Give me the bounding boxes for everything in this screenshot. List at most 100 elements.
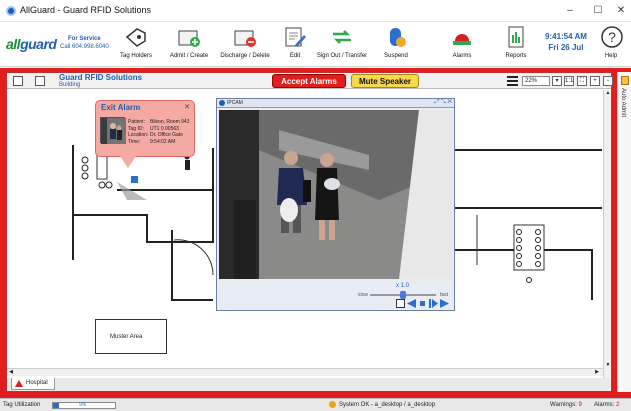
step-forward-icon[interactable] bbox=[429, 299, 438, 308]
play-icon[interactable] bbox=[440, 299, 449, 308]
speed-slider-knob[interactable] bbox=[400, 291, 406, 299]
camera-video-feed bbox=[219, 110, 452, 279]
zoom-select[interactable]: 22% bbox=[522, 76, 550, 86]
service-info: For Service Call 604.998.6040 bbox=[60, 35, 109, 51]
warnings-value: 9 bbox=[578, 402, 582, 408]
playback-controls: x 1.0 slow fast bbox=[219, 280, 452, 310]
clock-date: Fri 26 Jul bbox=[548, 43, 584, 52]
alarms-count[interactable]: Alarms: 2 bbox=[594, 402, 619, 408]
alarms-icon bbox=[450, 25, 474, 49]
suspend-icon bbox=[384, 25, 408, 49]
tab-hospital-label: Hospital bbox=[26, 380, 48, 386]
muster-area[interactable]: Muster Area bbox=[95, 319, 167, 354]
list-view-icon[interactable] bbox=[13, 76, 23, 86]
playback-speed: x 1.0 bbox=[396, 283, 410, 289]
alarm-details: Patient: Bilson, Room 943 Tag ID: UT1 0 00… bbox=[128, 119, 189, 145]
horizontal-scrollbar[interactable]: ◀ ▶ bbox=[7, 368, 603, 376]
ip-camera-window[interactable]: IPCAM ⤢ ⤡ ✕ x 1.0 slow fast bbox=[216, 98, 455, 311]
scroll-right-icon[interactable]: ▶ bbox=[593, 369, 601, 377]
title-bar: AllGuard - Guard RFID Solutions – ☐ ✕ bbox=[0, 0, 631, 22]
accept-alarms-button[interactable]: Accept Alarms bbox=[272, 74, 346, 88]
sign-out-transfer-button[interactable]: Sign Out / Transfer bbox=[314, 25, 370, 65]
admit-create-button[interactable]: Admit / Create bbox=[167, 25, 211, 65]
tag-utilization-value: 9% bbox=[79, 402, 87, 408]
tag-holders-icon bbox=[124, 25, 148, 49]
floor-bar: Guard RFID Solutions Building Accept Ala… bbox=[7, 73, 613, 89]
status-icon bbox=[329, 401, 336, 408]
floor-subtitle: Building bbox=[59, 82, 81, 88]
alarms-label: Alarms: bbox=[594, 402, 615, 408]
discharge-delete-icon bbox=[233, 25, 257, 49]
camera-title-bar[interactable]: IPCAM ⤢ ⤡ ✕ bbox=[217, 99, 454, 108]
alarm-row-time: Time: 9:54:02 AM bbox=[128, 138, 176, 145]
reports-label: Reports bbox=[505, 53, 527, 59]
scroll-left-icon[interactable]: ◀ bbox=[7, 369, 15, 377]
alarm-row-location: Location: Dr. Office Gate bbox=[128, 132, 183, 139]
floor-tabs: Hospital bbox=[7, 378, 611, 391]
tag-holders-button[interactable]: Tag Holders bbox=[116, 25, 156, 65]
service-phone: Call 604.998.6040 bbox=[60, 44, 109, 50]
svg-text:?: ? bbox=[608, 29, 616, 45]
window-title: AllGuard - Guard RFID Solutions bbox=[20, 5, 152, 15]
stop-icon[interactable] bbox=[418, 299, 427, 308]
status-bar: Tag Utilization 9% System OK - a_desktop… bbox=[0, 398, 631, 411]
reports-icon bbox=[504, 25, 528, 49]
close-icon[interactable]: ✕ bbox=[184, 103, 190, 111]
help-icon: ? bbox=[600, 25, 624, 49]
fast-label: fast bbox=[440, 292, 449, 298]
sign-out-transfer-label: Sign Out / Transfer bbox=[316, 53, 368, 59]
discharge-delete-button[interactable]: Discharge / Delete bbox=[219, 25, 271, 65]
edit-label: Edit bbox=[289, 53, 301, 59]
tag-utilization-bar: 9% bbox=[52, 402, 116, 409]
admit-create-icon bbox=[177, 25, 201, 49]
reports-button[interactable]: Reports bbox=[502, 25, 530, 65]
rewind-icon[interactable] bbox=[407, 299, 416, 308]
zoom-dropdown-icon[interactable]: ▾ bbox=[552, 76, 562, 86]
zoom-out-icon[interactable]: − bbox=[603, 76, 613, 86]
system-status-text: System OK - a_desktop / a_desktop bbox=[339, 402, 436, 409]
scroll-up-icon[interactable]: ▲ bbox=[604, 90, 612, 98]
mute-speaker-button[interactable]: Mute Speaker bbox=[351, 74, 419, 88]
speed-slider[interactable] bbox=[370, 291, 436, 299]
help-button[interactable]: ? Help bbox=[600, 25, 624, 65]
scroll-down-icon[interactable]: ▼ bbox=[604, 362, 612, 370]
alarms-label: Alarms bbox=[452, 53, 472, 59]
app-icon bbox=[6, 6, 16, 16]
capture-icon[interactable] bbox=[396, 299, 405, 308]
edit-button[interactable]: Edit bbox=[282, 25, 308, 65]
suspend-button[interactable]: Suspend bbox=[378, 25, 414, 65]
zoom-in-icon[interactable]: + bbox=[590, 76, 600, 86]
alarms-button[interactable]: Alarms bbox=[447, 25, 477, 65]
service-label: For Service bbox=[68, 36, 101, 42]
admit-create-label: Admit / Create bbox=[169, 53, 209, 59]
camera-window-controls[interactable]: ⤢ ⤡ ✕ bbox=[434, 99, 452, 106]
auto-admit-icon[interactable] bbox=[621, 76, 629, 85]
camera-icon bbox=[219, 100, 225, 106]
tag-holders-label: Tag Holders bbox=[119, 53, 152, 59]
menu-icon[interactable] bbox=[507, 76, 518, 86]
tab-hospital[interactable]: Hospital bbox=[11, 378, 55, 390]
clock-time: 9:41:54 AM bbox=[545, 32, 587, 41]
vertical-scrollbar[interactable]: ▲ ▼ bbox=[603, 90, 611, 378]
building-icon[interactable] bbox=[35, 76, 45, 86]
actual-size-button[interactable]: 1:1 bbox=[564, 76, 574, 86]
minimize-button[interactable]: – bbox=[556, 3, 584, 19]
tag-utilization-label: Tag Utilization bbox=[3, 402, 41, 408]
camera-snapshot[interactable] bbox=[100, 117, 126, 144]
alarms-value: 2 bbox=[616, 402, 620, 408]
floor-name: Guard RFID Solutions bbox=[59, 73, 143, 82]
warnings-label: Warnings: bbox=[550, 402, 577, 408]
fit-icon[interactable]: ⛶ bbox=[577, 76, 587, 86]
clock: 9:41:54 AM Fri 26 Jul bbox=[545, 31, 587, 53]
sign-out-transfer-icon bbox=[330, 25, 354, 49]
side-panel: Auto Admit bbox=[617, 72, 631, 392]
camera-title: IPCAM bbox=[227, 100, 243, 106]
auto-admit-label[interactable]: Auto Admit bbox=[620, 88, 626, 117]
alarm-row-patient: Patient: Bilson, Room 943 bbox=[128, 119, 190, 125]
discharge-delete-label: Discharge / Delete bbox=[220, 53, 270, 59]
exit-alarm-popup[interactable]: Exit Alarm ✕ Patient: Bilson, Room 943 Ta… bbox=[95, 100, 195, 157]
close-button[interactable]: ✕ bbox=[607, 3, 631, 19]
exit-alarm-title: Exit Alarm bbox=[101, 103, 141, 112]
edit-icon bbox=[283, 25, 307, 49]
warnings-count[interactable]: Warnings: 9 bbox=[550, 402, 582, 408]
